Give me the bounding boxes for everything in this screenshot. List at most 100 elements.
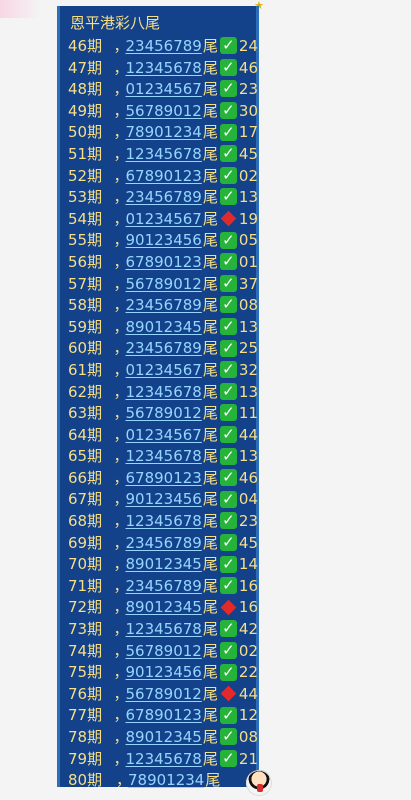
result-value: 21 [238, 749, 258, 768]
check-mark-icon: ✓ [219, 58, 237, 76]
check-icon: ✓ [219, 188, 237, 206]
period-label: 68期 [68, 512, 103, 531]
digits-value: 23456789 [125, 37, 202, 55]
diamond-icon [220, 685, 237, 703]
diamond-icon [220, 210, 237, 228]
comma-separator: ， [113, 296, 129, 315]
digits-value: 23456789 [125, 339, 202, 358]
check-mark-icon: ✓ [219, 296, 237, 314]
check-mark-icon: ✓ [219, 339, 237, 357]
period-label: 47期 [68, 58, 103, 77]
result-value: 46 [238, 468, 258, 487]
period-label: 62期 [68, 382, 103, 401]
digits-value: 12345678 [125, 58, 202, 77]
check-icon: ✓ [219, 620, 237, 638]
list-item: 54期 ， 01234567 尾 19 [68, 209, 258, 231]
list-item: 50期 ， 78901234 尾 ✓ 17 [68, 122, 258, 144]
list-item: 80期 ， 78901234 尾 [68, 770, 258, 792]
period-label: 79期 [68, 749, 103, 768]
tail-label: 尾 [202, 101, 218, 120]
comma-separator: ， [113, 684, 129, 703]
tail-label: 尾 [202, 274, 218, 293]
check-icon: ✓ [219, 577, 237, 595]
digits-value: 23456789 [125, 296, 202, 315]
check-mark-icon: ✓ [219, 37, 237, 55]
check-mark-icon: ✓ [219, 533, 237, 551]
comma-separator: ， [113, 404, 129, 423]
diamond-shape-icon [220, 685, 237, 702]
digits-value: 56789012 [125, 684, 202, 703]
list-item: 55期 ， 90123456 尾 ✓ 05 [68, 230, 258, 252]
check-mark-icon: ✓ [219, 166, 237, 184]
result-value: 37 [238, 274, 258, 293]
result-value: 11 [238, 404, 258, 423]
check-icon: ✓ [219, 533, 237, 551]
result-value: 04 [238, 490, 258, 509]
result-value: 32 [238, 360, 258, 379]
check-mark-icon: ✓ [219, 447, 237, 465]
digits-value: 12345678 [125, 749, 202, 768]
tail-label: 尾 [202, 749, 218, 768]
result-value: 02 [238, 166, 258, 185]
period-label: 51期 [68, 144, 103, 163]
period-label: 58期 [68, 296, 103, 315]
digits-value: 78901234 [128, 771, 205, 790]
result-value: 23 [238, 512, 258, 531]
digits-value: 67890123 [125, 468, 202, 487]
check-icon: ✓ [219, 490, 237, 508]
result-value: 12 [238, 706, 258, 725]
check-icon: ✓ [219, 339, 237, 357]
page-title: 恩平港彩八尾 [70, 14, 161, 32]
period-label: 74期 [68, 641, 103, 660]
comma-separator: ， [113, 447, 129, 466]
result-value: 08 [238, 296, 258, 315]
comma-separator: ， [113, 728, 129, 746]
check-mark-icon: ✓ [219, 425, 237, 443]
tail-label: 尾 [202, 37, 218, 55]
list-item: 75期 ， 90123456 尾 ✓ 22 [68, 662, 258, 684]
list-item: 67期 ， 90123456 尾 ✓ 04 [68, 489, 258, 511]
check-icon: ✓ [219, 749, 237, 767]
result-value: 23 [238, 80, 258, 99]
check-mark-icon: ✓ [219, 512, 237, 530]
results-list: 46期， 23456789 尾 ✓ 24 47期， 12345678 尾 ✓ 46 48期， 0123… [68, 36, 258, 792]
tail-label: 尾 [202, 533, 218, 552]
comma-separator: ， [113, 490, 129, 509]
list-item: 68期 ， 12345678 尾 ✓ 23 [68, 511, 258, 533]
check-mark-icon: ✓ [219, 706, 237, 724]
comma-separator: ， [113, 252, 129, 271]
check-mark-icon: ✓ [219, 490, 237, 508]
comma-separator: ， [113, 231, 129, 250]
digits-value: 56789012 [125, 404, 202, 423]
result-value: 44 [238, 425, 258, 444]
comma-separator: ， [113, 188, 129, 207]
check-icon: ✓ [219, 663, 237, 681]
result-value: 16 [238, 598, 258, 617]
tail-label: 尾 [202, 490, 218, 509]
digits-value: 89012345 [125, 317, 202, 336]
check-mark-icon: ✓ [219, 749, 237, 767]
check-mark-icon: ✓ [219, 188, 237, 206]
tail-label: 尾 [202, 706, 218, 725]
result-value: 44 [238, 684, 258, 703]
list-item: 46期 ， 23456789 尾 ✓ 24 [68, 36, 258, 58]
digits-value: 23456789 [125, 533, 202, 552]
tail-label: 尾 [202, 144, 218, 163]
tail-label: 尾 [202, 447, 218, 466]
digits-value: 01234567 [125, 425, 202, 444]
period-label: 77期 [68, 706, 103, 725]
comma-separator: ， [113, 123, 129, 142]
list-item: 72期 ， 89012345 尾 16 [68, 597, 258, 619]
tail-label: 尾 [202, 80, 218, 99]
comma-separator: ， [113, 533, 129, 552]
digits-value: 12345678 [125, 144, 202, 163]
comma-separator: ， [113, 620, 129, 639]
check-mark-icon: ✓ [219, 231, 237, 249]
check-mark-icon: ✓ [219, 123, 237, 141]
check-icon: ✓ [219, 166, 237, 184]
check-mark-icon: ✓ [219, 728, 237, 746]
check-icon: ✓ [219, 728, 237, 746]
check-icon: ✓ [219, 469, 237, 487]
tail-label: 尾 [202, 317, 218, 336]
check-icon: ✓ [219, 58, 237, 76]
